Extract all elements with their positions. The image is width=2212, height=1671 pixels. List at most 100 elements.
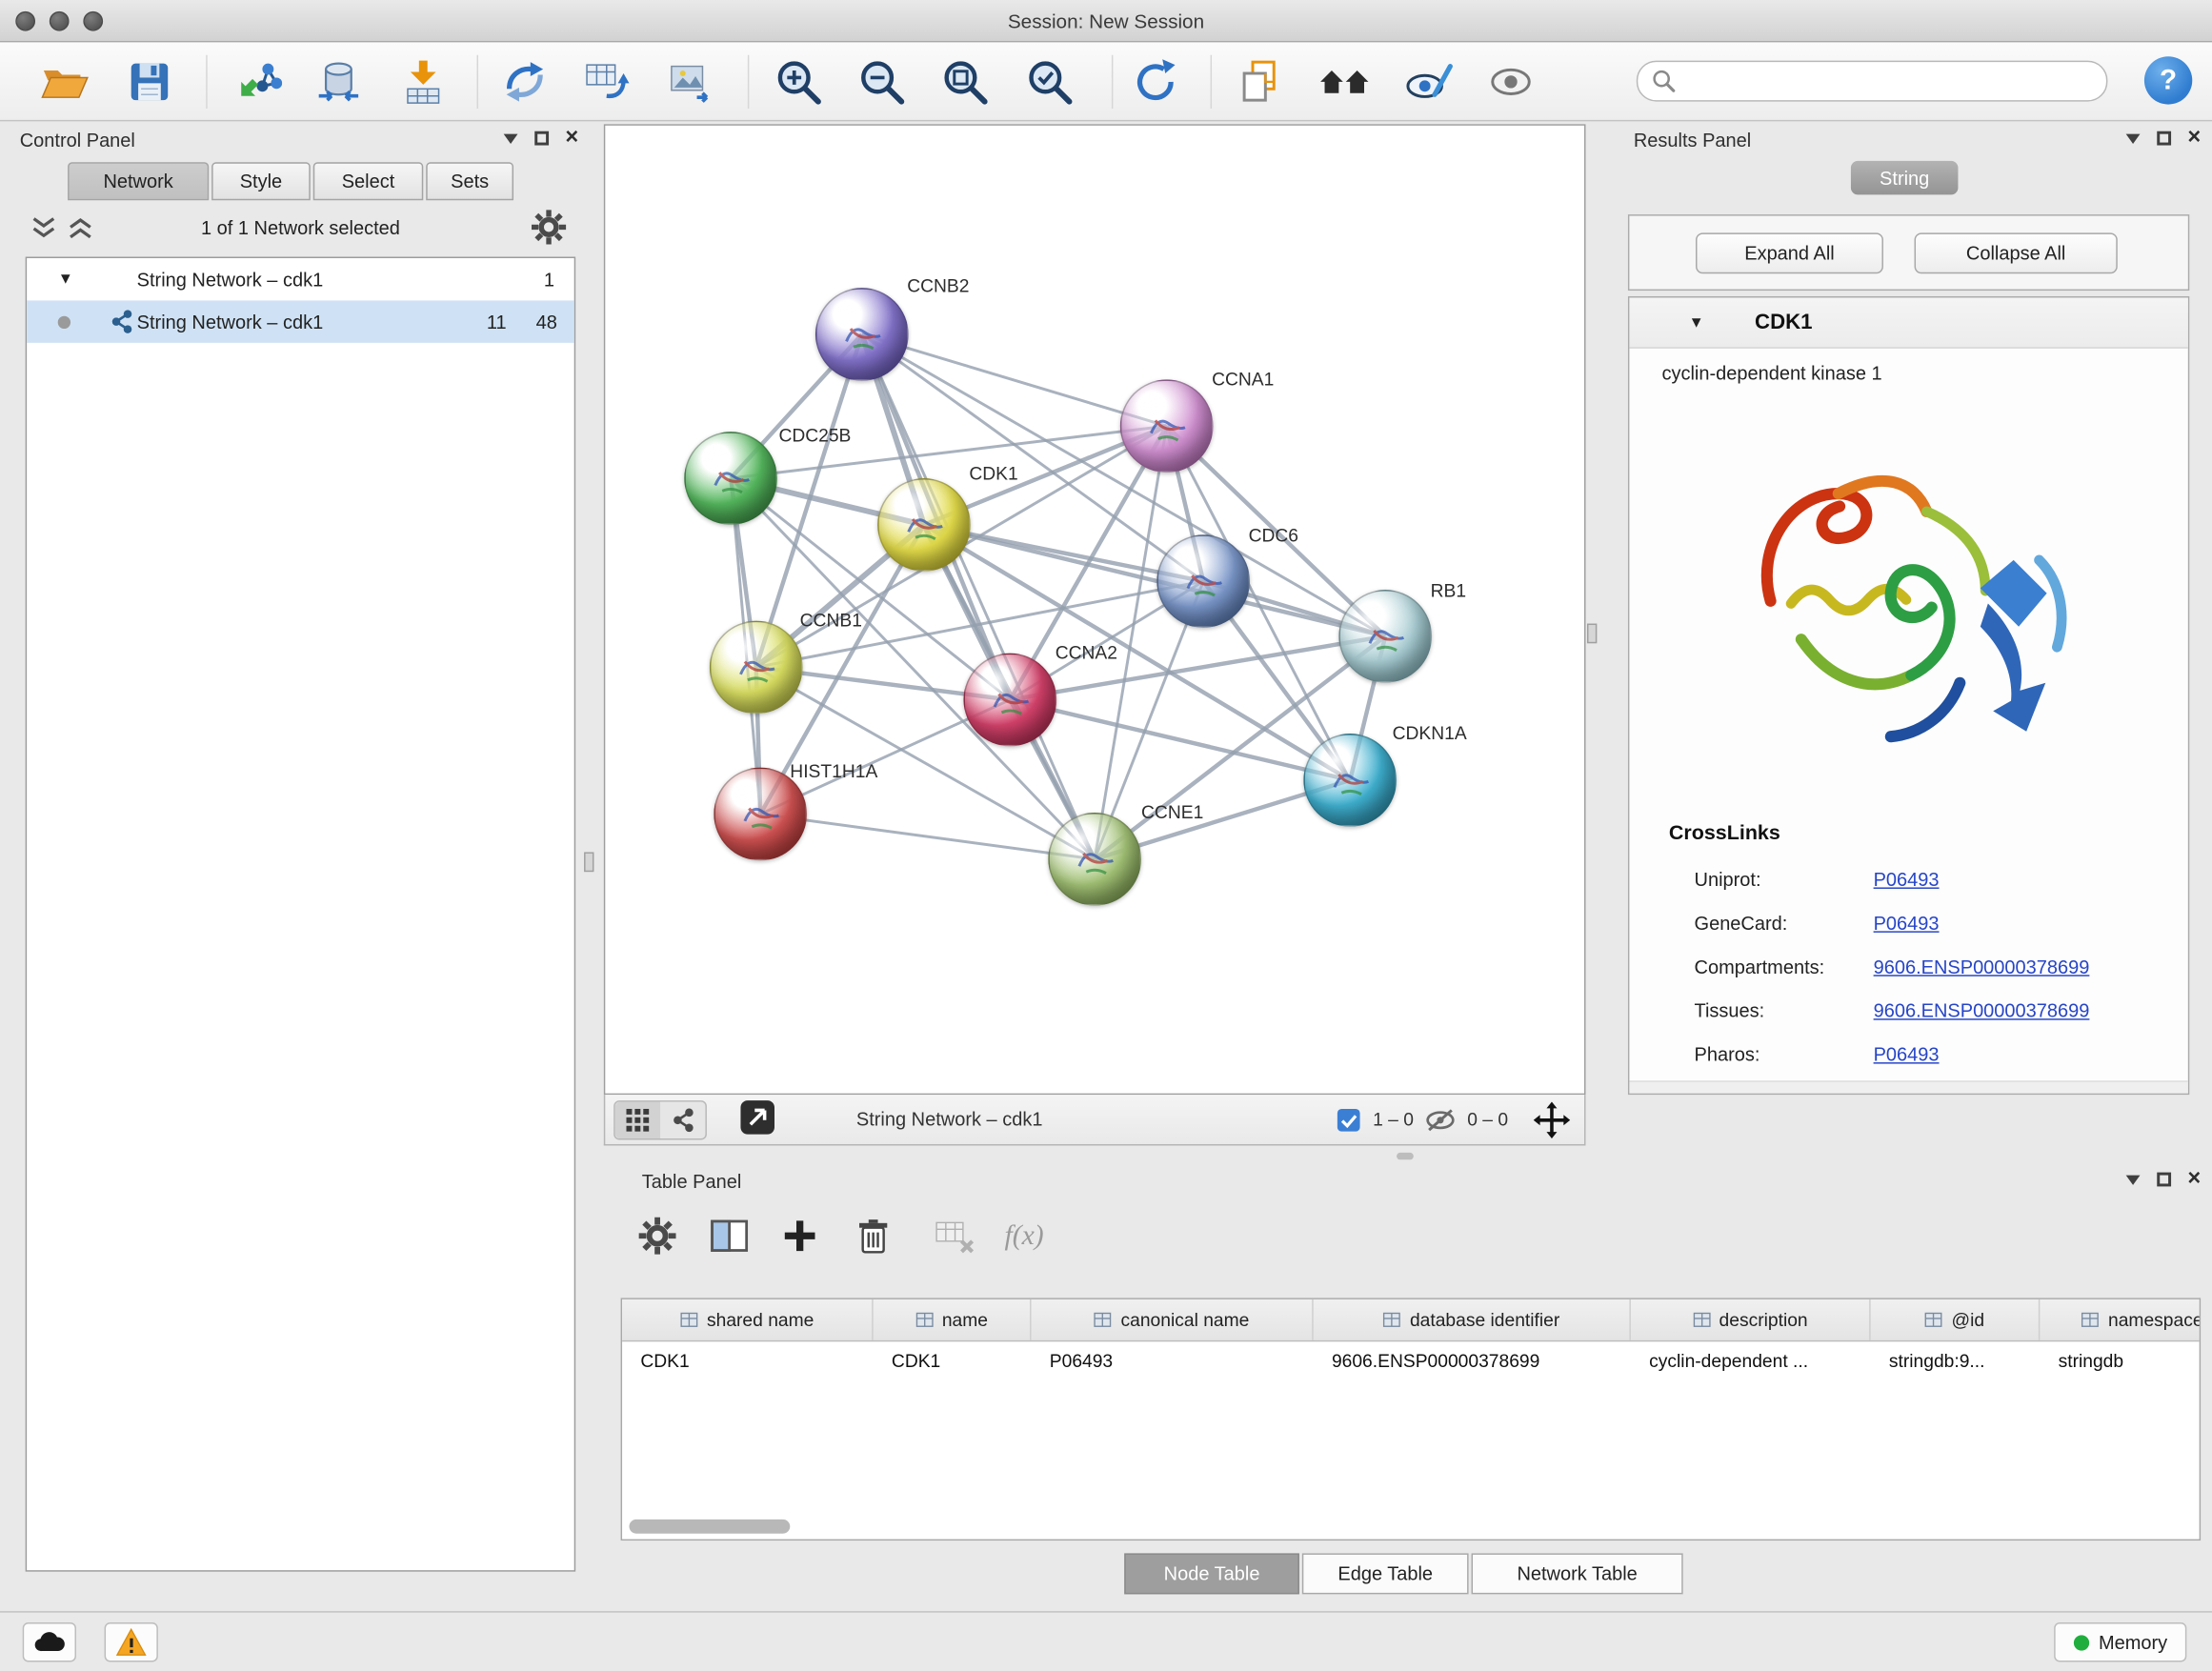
tree-expand-icon[interactable]: ▼	[58, 271, 73, 288]
minimize-window-button[interactable]	[50, 11, 70, 31]
column-header-canonical-name[interactable]: canonical name	[1032, 1299, 1314, 1340]
network-node-RB1[interactable]	[1338, 590, 1432, 683]
eye-slash-icon	[1402, 58, 1453, 106]
tab-select[interactable]: Select	[313, 162, 424, 200]
detach-view-button[interactable]	[737, 1097, 776, 1141]
table-row[interactable]: CDK1 CDK1 P06493 9606.ENSP00000378699 cy…	[622, 1341, 2200, 1379]
tab-node-table[interactable]: Node Table	[1124, 1553, 1299, 1594]
close-panel-icon[interactable]: ×	[2187, 131, 2201, 146]
show-graphics-details-button[interactable]	[1399, 53, 1456, 110]
float-panel-icon[interactable]	[534, 131, 549, 146]
refresh-button[interactable]	[1127, 53, 1183, 110]
column-header-namespace[interactable]: namespace	[2040, 1299, 2201, 1340]
add-column-button[interactable]	[772, 1208, 828, 1264]
memory-button[interactable]: Memory	[2054, 1622, 2186, 1661]
node-table[interactable]: shared name name canonical name database…	[621, 1298, 2202, 1540]
column-header-database-identifier[interactable]: database identifier	[1314, 1299, 1631, 1340]
show-columns-button[interactable]	[701, 1208, 757, 1264]
expand-all-icon[interactable]	[68, 215, 93, 239]
zoom-window-button[interactable]	[83, 11, 103, 31]
network-view-toggle[interactable]	[660, 1101, 705, 1138]
zoom-out-button[interactable]	[854, 53, 910, 110]
horizontal-scrollbar[interactable]	[625, 1518, 2197, 1535]
crosslink-link[interactable]: P06493	[1874, 913, 1940, 934]
tab-network[interactable]: Network	[68, 162, 209, 200]
close-window-button[interactable]	[15, 11, 35, 31]
panel-menu-icon[interactable]	[2125, 1175, 2140, 1184]
table-settings-button[interactable]	[629, 1208, 685, 1264]
network-arrows-button[interactable]	[496, 53, 553, 110]
crosslink-link[interactable]: 9606.ENSP00000378699	[1874, 956, 2090, 977]
export-image-button[interactable]	[662, 53, 718, 110]
network-canvas[interactable]: CCNB2CCNA1CDC25BCDK1CDC6RB1CCNB1CCNA2CDK…	[604, 124, 1586, 1095]
delete-table-button-disabled[interactable]	[927, 1208, 983, 1264]
close-panel-icon[interactable]: ×	[2187, 1173, 2201, 1187]
function-builder-button[interactable]: f(x)	[988, 1208, 1061, 1264]
crosslink-link[interactable]: P06493	[1874, 1044, 1940, 1065]
network-collection-row[interactable]: ▼ String Network – cdk1 1	[27, 258, 574, 300]
open-session-button[interactable]	[37, 53, 93, 110]
hidden-eye-icon[interactable]	[1425, 1105, 1457, 1134]
network-from-table-button[interactable]	[578, 53, 634, 110]
network-row[interactable]: String Network – cdk1 11 48	[27, 300, 574, 342]
column-header-id[interactable]: @id	[1871, 1299, 2041, 1340]
import-table-button[interactable]	[395, 53, 452, 110]
close-panel-icon[interactable]: ×	[565, 131, 578, 146]
save-session-button[interactable]	[121, 53, 177, 110]
network-node-CDC25B[interactable]	[684, 432, 777, 525]
zoom-in-button[interactable]	[771, 53, 827, 110]
zoom-fit-button[interactable]	[936, 53, 993, 110]
tab-string[interactable]: String	[1851, 161, 1959, 195]
tab-edge-table[interactable]: Edge Table	[1302, 1553, 1469, 1594]
crosslink-link[interactable]: P06493	[1874, 869, 1940, 890]
scrollbar-thumb[interactable]	[629, 1520, 790, 1534]
column-header-description[interactable]: description	[1631, 1299, 1871, 1340]
eye-button[interactable]	[1482, 53, 1538, 110]
search-field[interactable]	[1637, 61, 2108, 102]
network-node-CDC6[interactable]	[1156, 534, 1250, 628]
selected-checkbox-icon[interactable]	[1337, 1107, 1362, 1133]
column-header-shared-name[interactable]: shared name	[622, 1299, 874, 1340]
panel-menu-icon[interactable]	[2125, 133, 2140, 143]
network-node-CCNA2[interactable]	[963, 654, 1056, 747]
zoom-selected-button[interactable]	[1021, 53, 1077, 110]
splitter-handle[interactable]	[584, 852, 593, 872]
import-network-database-button[interactable]	[311, 53, 367, 110]
tab-style[interactable]: Style	[211, 162, 311, 200]
crosslink-link[interactable]: 9606.ENSP00000378699	[1874, 1000, 2090, 1021]
grid-view-toggle[interactable]	[615, 1101, 660, 1138]
warning-icon	[115, 1628, 147, 1657]
delete-column-button[interactable]	[845, 1208, 901, 1264]
network-node-CCNE1[interactable]	[1048, 813, 1141, 906]
section-collapse-icon[interactable]: ▼	[1689, 313, 1704, 331]
crosshair-move-icon[interactable]	[1534, 1101, 1571, 1138]
protein-thumbnail-icon	[983, 673, 1039, 729]
network-node-CCNB1[interactable]	[710, 621, 803, 715]
column-label: database identifier	[1410, 1309, 1559, 1330]
home-button[interactable]	[1317, 53, 1373, 110]
search-input[interactable]	[1676, 70, 2092, 91]
column-header-name[interactable]: name	[874, 1299, 1032, 1340]
cloud-button[interactable]	[23, 1622, 76, 1661]
collapse-all-icon[interactable]	[31, 215, 57, 239]
horizontal-scrollbar[interactable]	[1629, 1080, 2187, 1093]
collapse-all-button[interactable]: Collapse All	[1915, 232, 2118, 273]
tab-network-table[interactable]: Network Table	[1472, 1553, 1683, 1594]
float-panel-icon[interactable]	[2157, 1173, 2171, 1187]
network-node-CCNB2[interactable]	[815, 288, 909, 381]
help-button[interactable]: ?	[2144, 56, 2192, 104]
network-node-CDK1[interactable]	[877, 478, 971, 572]
warnings-button[interactable]	[105, 1622, 158, 1661]
splitter-handle[interactable]	[1587, 624, 1597, 644]
tab-sets[interactable]: Sets	[426, 162, 513, 200]
network-node-CCNA1[interactable]	[1120, 379, 1214, 473]
gear-icon[interactable]	[531, 209, 568, 246]
panel-menu-icon[interactable]	[503, 133, 517, 143]
splitter-handle[interactable]	[1397, 1153, 1414, 1159]
float-panel-icon[interactable]	[2157, 131, 2171, 146]
import-network-file-button[interactable]	[230, 53, 286, 110]
protein-section-header[interactable]: ▼ CDK1	[1629, 297, 2187, 348]
network-node-CDKN1A[interactable]	[1303, 734, 1397, 827]
expand-all-button[interactable]: Expand All	[1696, 232, 1883, 273]
duplicate-document-button[interactable]	[1232, 53, 1288, 110]
